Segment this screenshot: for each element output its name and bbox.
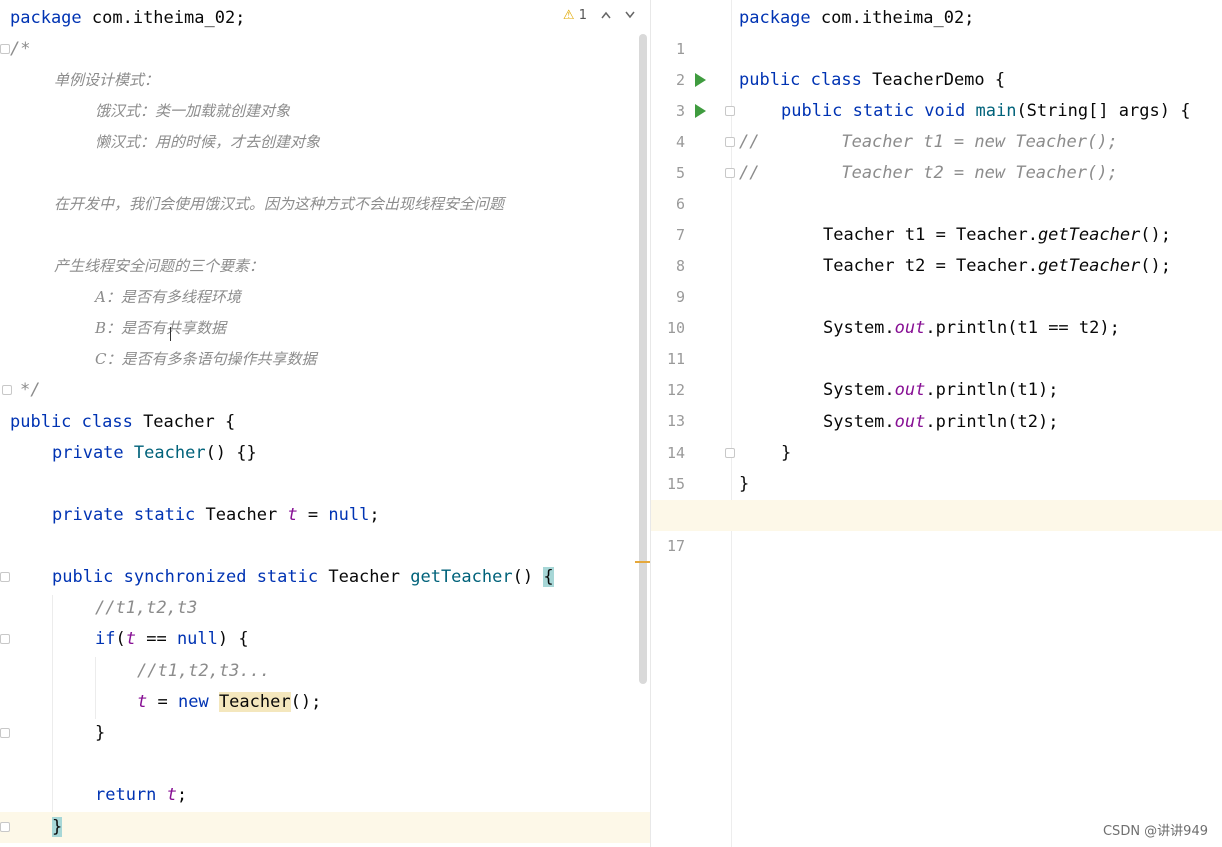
code-line: //t1,t2,t3... <box>137 661 271 681</box>
vertical-scrollbar[interactable] <box>639 34 647 684</box>
code-line: 16 } <box>651 469 1222 524</box>
current-code-line: 17 <box>651 500 1222 555</box>
code-line: /* <box>0 34 651 65</box>
code-line: 1 package com.itheima_02; <box>651 3 1222 58</box>
code-line: 5 // Teacher t1 = new Teacher(); <box>651 127 1222 182</box>
code-line: 8 Teacher t1 = Teacher.getTeacher(); <box>651 220 1222 275</box>
code-line: //t1,t2,t3 <box>95 598 198 618</box>
fold-marker-icon[interactable] <box>725 106 735 116</box>
line-number: 17 <box>666 537 685 555</box>
code-line: 3 public class TeacherDemo { <box>651 65 1222 120</box>
code-line: 14 System.out.println(t2); <box>651 407 1222 462</box>
doc-comment-line: A：是否有多线程环境 <box>95 288 241 306</box>
right-editor-pane[interactable]: 1 package com.itheima_02; 2 3 public cla… <box>651 0 1222 847</box>
code-line: 4 public static void main(String[] args)… <box>651 96 1222 151</box>
left-editor-pane[interactable]: ⚠ 1 package com.itheima_02; /* 单例设计模式： 饿… <box>0 0 651 847</box>
fold-marker-icon[interactable] <box>0 572 10 582</box>
fold-marker-icon[interactable] <box>725 168 735 178</box>
code-line: 13 System.out.println(t1); <box>651 375 1222 430</box>
code-line: 11 System.out.println(t1 == t2); <box>651 313 1222 368</box>
code-line: 6 // Teacher t2 = new Teacher(); <box>651 158 1222 213</box>
fold-marker-icon[interactable] <box>2 385 12 395</box>
code-line: return t; <box>95 785 188 805</box>
doc-comment-line: B：是否有共享数据 <box>0 313 651 344</box>
fold-marker-icon[interactable] <box>0 634 10 644</box>
doc-comment-line: 单例设计模式： <box>54 71 160 89</box>
current-code-line: } <box>0 812 651 843</box>
fold-marker-icon[interactable] <box>0 822 10 832</box>
code-line: 7 <box>651 189 1222 244</box>
doc-comment-line: 在开发中，我们会使用饿汉式。因为这种方式不会出现线程安全问题 <box>54 195 505 213</box>
run-class-icon[interactable] <box>695 73 706 87</box>
code-line: if(t == null) { <box>0 624 651 655</box>
fold-marker-icon[interactable] <box>725 137 735 147</box>
csdn-watermark: CSDN @讲讲949 <box>1102 824 1208 839</box>
code-line: private static Teacher t = null; <box>52 505 380 525</box>
mouse-text-cursor <box>170 327 171 341</box>
code-line: t = new Teacher(); <box>137 692 322 712</box>
code-line: } <box>0 718 651 749</box>
code-line: 2 <box>651 34 1222 89</box>
fold-marker-icon[interactable] <box>725 448 735 458</box>
fold-marker-icon[interactable] <box>0 728 10 738</box>
code-line: package com.itheima_02; <box>10 8 246 28</box>
doc-comment-line: 饿汉式：类一加载就创建对象 <box>95 102 291 120</box>
code-line: 15 } <box>651 438 1222 493</box>
code-line: 9 Teacher t2 = Teacher.getTeacher(); <box>651 251 1222 306</box>
doc-comment-line: 产生线程安全问题的三个要素： <box>54 257 265 275</box>
doc-comment-line: 懒汉式：用的时候，才去创建对象 <box>95 133 321 151</box>
scrollbar-warning-marker[interactable] <box>635 561 651 563</box>
code-line: public class Teacher { <box>10 412 236 432</box>
fold-marker-icon[interactable] <box>0 44 10 54</box>
code-line: */ <box>0 375 651 406</box>
code-line: 12 <box>651 344 1222 399</box>
code-line: 10 <box>651 282 1222 337</box>
code-line: public synchronized static Teacher getTe… <box>0 562 651 593</box>
code-line: private Teacher() {} <box>52 443 257 463</box>
run-main-icon[interactable] <box>695 104 706 118</box>
doc-comment-line: C：是否有多条语句操作共享数据 <box>95 350 317 368</box>
